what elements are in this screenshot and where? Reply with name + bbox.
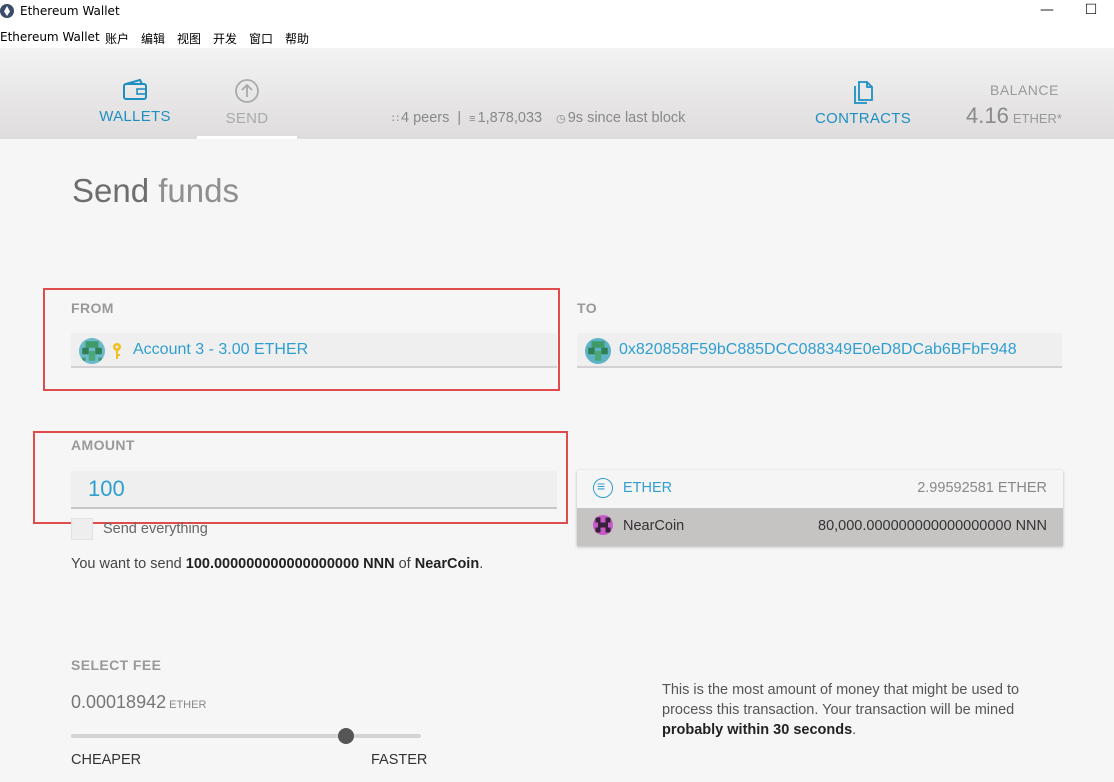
menu-view[interactable]: 视图 bbox=[177, 30, 201, 47]
maximize-button[interactable]: ☐ bbox=[1076, 2, 1106, 22]
recipient-identicon bbox=[585, 338, 611, 364]
send-everything-checkbox[interactable] bbox=[71, 518, 93, 540]
tab-contracts-label: CONTRACTS bbox=[815, 110, 912, 127]
contracts-icon bbox=[854, 81, 873, 104]
token-select-list: ETHER 2.99592581 ETHER NearCoin 80,000.0… bbox=[577, 470, 1063, 546]
from-account-text: Account 3 - 3.00 ETHER bbox=[133, 341, 309, 358]
summary-token: NearCoin bbox=[414, 556, 480, 572]
nearcoin-identicon bbox=[593, 515, 613, 535]
balance-unit: ETHER* bbox=[1012, 111, 1062, 126]
app-header: WALLETS SEND ∷ 4 peers | ≡ 1,878,033 ◷ 9s sin… bbox=[0, 48, 1114, 139]
window-title: Ethereum Wallet bbox=[20, 4, 120, 18]
select-fee-label: SELECT FEE bbox=[71, 657, 162, 673]
menu-accounts[interactable]: 账户 bbox=[105, 30, 129, 47]
fee-amount: 0.00018942 bbox=[71, 692, 167, 712]
send-everything-label: Send everything bbox=[103, 521, 208, 537]
peers-icon: ∷ bbox=[392, 113, 399, 125]
tab-send[interactable]: SEND bbox=[197, 78, 297, 139]
menu-help[interactable]: 帮助 bbox=[285, 30, 309, 47]
cheaper-label: CHEAPER bbox=[71, 752, 142, 768]
tab-wallets-label: WALLETS bbox=[99, 108, 171, 125]
page-title: Send funds bbox=[72, 172, 239, 210]
fee-slider-track[interactable] bbox=[71, 734, 421, 738]
summary-prefix: You want to send bbox=[71, 556, 182, 572]
menu-develop[interactable]: 开发 bbox=[213, 30, 237, 47]
minimize-button[interactable]: — bbox=[1032, 2, 1062, 22]
summary-of: of bbox=[398, 556, 411, 572]
peers-count: 4 peers bbox=[401, 110, 450, 126]
tab-send-label: SEND bbox=[225, 110, 269, 127]
fee-note-end: . bbox=[852, 722, 857, 738]
network-status: ∷ 4 peers | ≡ 1,878,033 ◷ 9s since last block bbox=[392, 110, 686, 126]
page-title-light: funds bbox=[158, 172, 239, 209]
balance-value: 4.16 ETHER* bbox=[966, 103, 1062, 129]
key-icon bbox=[113, 343, 121, 359]
to-address-text: 0x820858F59bC885DCC088349E0eD8DCab6BFbF9… bbox=[619, 341, 1017, 358]
last-block-time: 9s since last block bbox=[567, 110, 686, 126]
menu-edit[interactable]: 编辑 bbox=[141, 30, 165, 47]
account-identicon bbox=[79, 338, 105, 364]
block-number: 1,878,033 bbox=[477, 110, 543, 126]
fee-value: 0.00018942 ETHER bbox=[71, 692, 206, 713]
tab-contracts[interactable]: CONTRACTS bbox=[815, 78, 911, 127]
page-title-main: Send bbox=[72, 172, 150, 209]
tab-wallets[interactable]: WALLETS bbox=[95, 78, 175, 125]
clock-icon: ◷ bbox=[556, 113, 566, 125]
fee-note-text: This is the most amount of money that mi… bbox=[662, 682, 1020, 718]
token-balance: 80,000.000000000000000000 NNN bbox=[818, 518, 1047, 534]
menu-ethereum-wallet[interactable]: Ethereum Wallet bbox=[0, 30, 100, 44]
balance-amount: 4.16 bbox=[966, 103, 1009, 128]
fee-slider-thumb[interactable] bbox=[338, 728, 355, 744]
menu-bar: Ethereum Wallet 账户 编辑 视图 开发 窗口 帮助 bbox=[0, 26, 1114, 48]
token-balance: 2.99592581 ETHER bbox=[917, 480, 1047, 496]
fee-note-bold: probably within 30 seconds bbox=[662, 722, 853, 738]
amount-label: AMOUNT bbox=[71, 437, 135, 453]
to-address-field[interactable]: 0x820858F59bC885DCC088349E0eD8DCab6BFbF9… bbox=[577, 333, 1062, 368]
fee-unit: ETHER bbox=[169, 699, 207, 711]
wallet-icon bbox=[123, 78, 147, 100]
summary-amount: 100.000000000000000000 NNN bbox=[185, 556, 395, 572]
amount-input[interactable]: 100 bbox=[71, 471, 557, 509]
title-bar: Ethereum Wallet — ☐ bbox=[0, 0, 1114, 26]
token-name: ETHER bbox=[623, 480, 673, 496]
fee-explanation: This is the most amount of money that mi… bbox=[662, 680, 1042, 740]
from-account-select[interactable]: Account 3 - 3.00 ETHER bbox=[71, 333, 557, 368]
token-option-ether[interactable]: ETHER 2.99592581 ETHER bbox=[577, 470, 1063, 508]
ether-icon bbox=[593, 478, 613, 498]
summary-end: . bbox=[479, 556, 484, 572]
send-summary: You want to send 100.000000000000000000 … bbox=[71, 556, 483, 572]
blocks-icon: ≡ bbox=[469, 113, 476, 125]
ethereum-app-icon bbox=[0, 4, 14, 18]
balance-label: BALANCE bbox=[990, 82, 1059, 98]
token-name: NearCoin bbox=[623, 518, 685, 534]
menu-window[interactable]: 窗口 bbox=[249, 30, 273, 47]
arrow-up-circle-icon bbox=[235, 79, 259, 103]
faster-label: FASTER bbox=[371, 752, 428, 768]
to-label: TO bbox=[577, 300, 597, 316]
from-label: FROM bbox=[71, 300, 114, 316]
token-option-nearcoin[interactable]: NearCoin 80,000.000000000000000000 NNN bbox=[577, 508, 1063, 546]
